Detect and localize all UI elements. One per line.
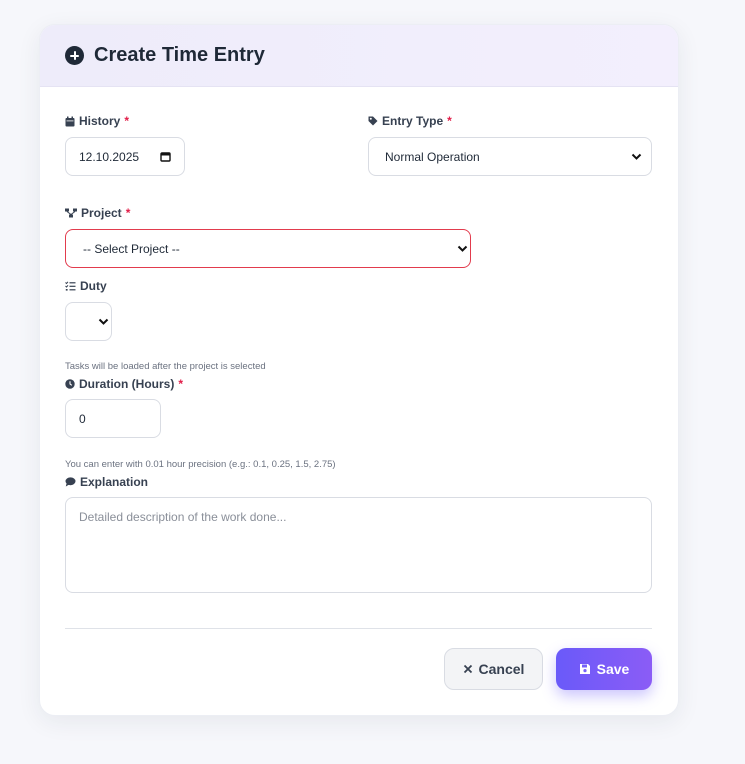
entry-type-label: Entry Type * <box>368 114 452 128</box>
project-select[interactable]: -- Select Project -- <box>65 229 471 268</box>
form-divider <box>65 628 652 629</box>
duty-label: Duty <box>65 279 107 293</box>
card-header: Create Time Entry <box>40 25 678 87</box>
explanation-textarea[interactable] <box>65 497 652 593</box>
cancel-button[interactable]: Cancel <box>444 648 543 690</box>
explanation-label: Explanation <box>65 475 148 489</box>
plus-circle-icon <box>65 46 84 65</box>
tag-icon <box>368 116 378 126</box>
comment-icon <box>65 477 76 487</box>
duty-select[interactable] <box>65 302 112 341</box>
history-date-input[interactable]: 12.10.2025 <box>65 137 185 176</box>
duration-input[interactable]: 0 <box>65 399 161 438</box>
floppy-disk-icon <box>579 663 591 675</box>
entry-type-select[interactable]: Normal Operation <box>368 137 652 176</box>
save-button[interactable]: Save <box>556 648 652 690</box>
project-label: Project * <box>65 206 130 220</box>
page-title: Create Time Entry <box>94 44 265 66</box>
chevron-down-icon <box>98 318 109 325</box>
chevron-down-icon <box>631 153 642 160</box>
clock-icon <box>65 379 75 389</box>
duration-help-text: You can enter with 0.01 hour precision (… <box>65 459 336 470</box>
calendar-picker-icon[interactable] <box>160 151 171 162</box>
duty-help-text: Tasks will be loaded after the project i… <box>65 361 266 372</box>
calendar-icon <box>65 116 75 127</box>
time-entry-card: Create Time Entry History * 12.10.2025 E… <box>39 24 679 716</box>
close-icon <box>463 664 473 674</box>
history-label: History * <box>65 114 129 128</box>
chevron-down-icon <box>457 245 468 252</box>
list-check-icon <box>65 281 76 291</box>
sitemap-icon <box>65 208 77 218</box>
duration-label: Duration (Hours) * <box>65 377 183 391</box>
